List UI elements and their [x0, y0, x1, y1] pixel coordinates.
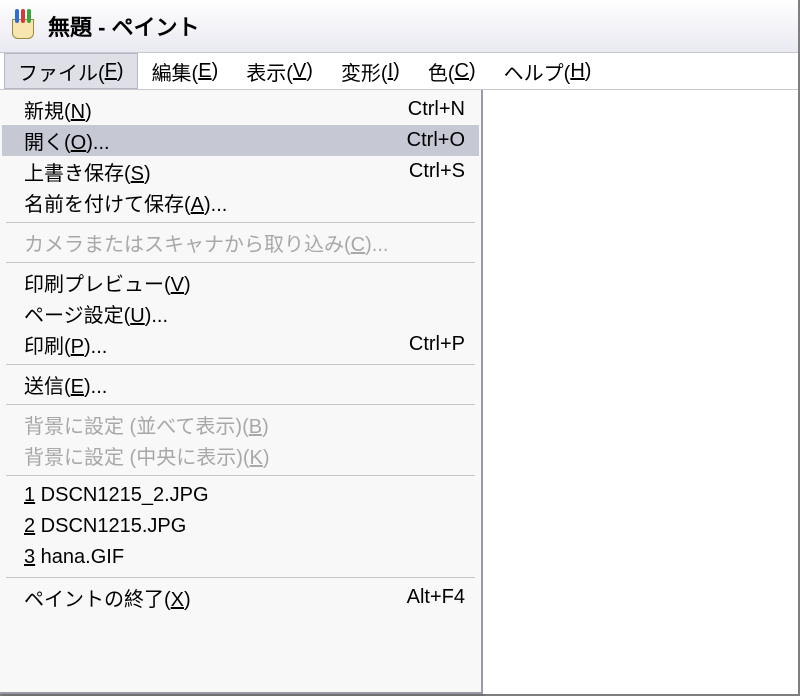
canvas-area[interactable] [483, 90, 798, 694]
file-menu-item: 背景に設定 (中央に表示)(K) [2, 440, 479, 471]
window-title: 無題 - ペイント [48, 10, 200, 42]
menu-separator [6, 262, 475, 263]
file-menu-item[interactable]: 1 DSCN1215_2.JPG [2, 480, 479, 511]
file-menu-dropdown: 新規(N)Ctrl+N開く(O)...Ctrl+O上書き保存(S)Ctrl+S名… [0, 90, 483, 694]
menu-separator [6, 404, 475, 405]
menu-separator [6, 222, 475, 223]
menu-v[interactable]: 表示(V) [232, 53, 327, 89]
menu-separator [6, 475, 475, 476]
file-menu-item[interactable]: 開く(O)...Ctrl+O [2, 125, 479, 156]
menu-e[interactable]: 編集(E) [138, 53, 233, 89]
menu-separator [6, 364, 475, 365]
titlebar: 無題 - ペイント [0, 0, 798, 52]
file-menu-item[interactable]: 印刷プレビュー(V) [2, 267, 479, 298]
paint-app-icon [10, 11, 36, 41]
menu-i[interactable]: 変形(I) [327, 53, 414, 89]
file-menu-item[interactable]: ページ設定(U)... [2, 298, 479, 329]
paint-window: 無題 - ペイント ファイル(F)編集(E)表示(V)変形(I)色(C)ヘルプ(… [0, 0, 800, 696]
file-menu-item[interactable]: 名前を付けて保存(A)... [2, 187, 479, 218]
file-menu-item[interactable]: 上書き保存(S)Ctrl+S [2, 156, 479, 187]
menubar: ファイル(F)編集(E)表示(V)変形(I)色(C)ヘルプ(H) [0, 52, 798, 90]
file-menu-item[interactable]: 印刷(P)...Ctrl+P [2, 329, 479, 360]
file-menu-item[interactable]: 3 hana.GIF [2, 542, 479, 573]
file-menu-item[interactable]: 2 DSCN1215.JPG [2, 511, 479, 542]
content-area: 新規(N)Ctrl+N開く(O)...Ctrl+O上書き保存(S)Ctrl+S名… [0, 90, 798, 694]
file-menu-item[interactable]: 送信(E)... [2, 369, 479, 400]
file-menu-item[interactable]: ペイントの終了(X)Alt+F4 [2, 582, 479, 613]
menu-separator [6, 577, 475, 578]
file-menu-item: カメラまたはスキャナから取り込み(C)... [2, 227, 479, 258]
file-menu-item[interactable]: 新規(N)Ctrl+N [2, 94, 479, 125]
menu-f[interactable]: ファイル(F) [4, 53, 138, 89]
file-menu-item: 背景に設定 (並べて表示)(B) [2, 409, 479, 440]
menu-h[interactable]: ヘルプ(H) [490, 53, 606, 89]
menu-c[interactable]: 色(C) [414, 53, 490, 89]
